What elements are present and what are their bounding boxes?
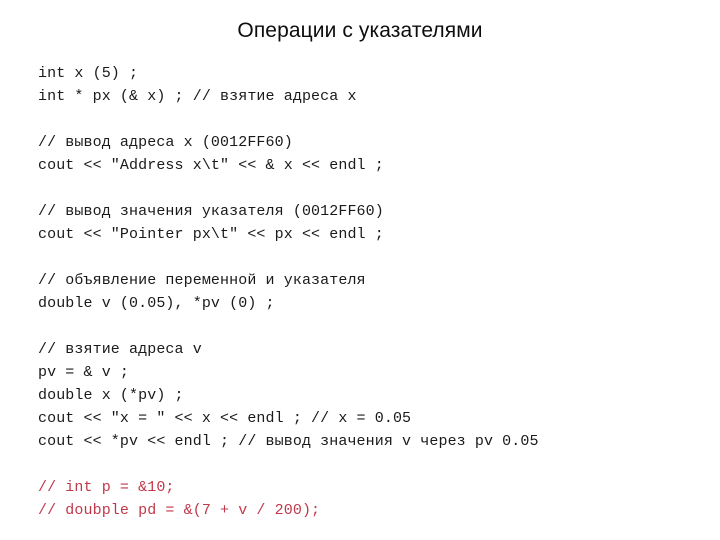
page-title: Операции с указателями: [237, 19, 483, 42]
code-line: int * px (& x) ; // взятие адреса x: [38, 88, 357, 105]
slide-canvas: Операции с указателями int x (5) ; int * …: [0, 0, 720, 540]
code-block: int x (5) ; int * px (& x) ; // взятие ад…: [38, 62, 698, 522]
code-line: cout << "Pointer px\t" << px << endl ;: [38, 226, 384, 243]
code-line: // вывод адреса x (0012FF60): [38, 134, 293, 151]
code-line: // вывод значения указателя (0012FF60): [38, 203, 384, 220]
code-line: // doubple pd = &(7 + v / 200);: [38, 502, 321, 519]
code-line: cout << *pv << endl ; // вывод значения …: [38, 433, 539, 450]
code-line: cout << "Address x\t" << & x << endl ;: [38, 157, 384, 174]
code-line: // взятие адреса v: [38, 341, 202, 358]
code-line: int x (5) ;: [38, 65, 139, 82]
code-line: // int p = &10;: [38, 479, 175, 496]
code-line: // объявление переменной и указателя: [38, 272, 366, 289]
code-line: double v (0.05), *pv (0) ;: [38, 295, 275, 312]
code-line: cout << "x = " << x << endl ; // x = 0.0…: [38, 410, 412, 427]
code-line: double x (*pv) ;: [38, 387, 184, 404]
code-line: pv = & v ;: [38, 364, 130, 381]
